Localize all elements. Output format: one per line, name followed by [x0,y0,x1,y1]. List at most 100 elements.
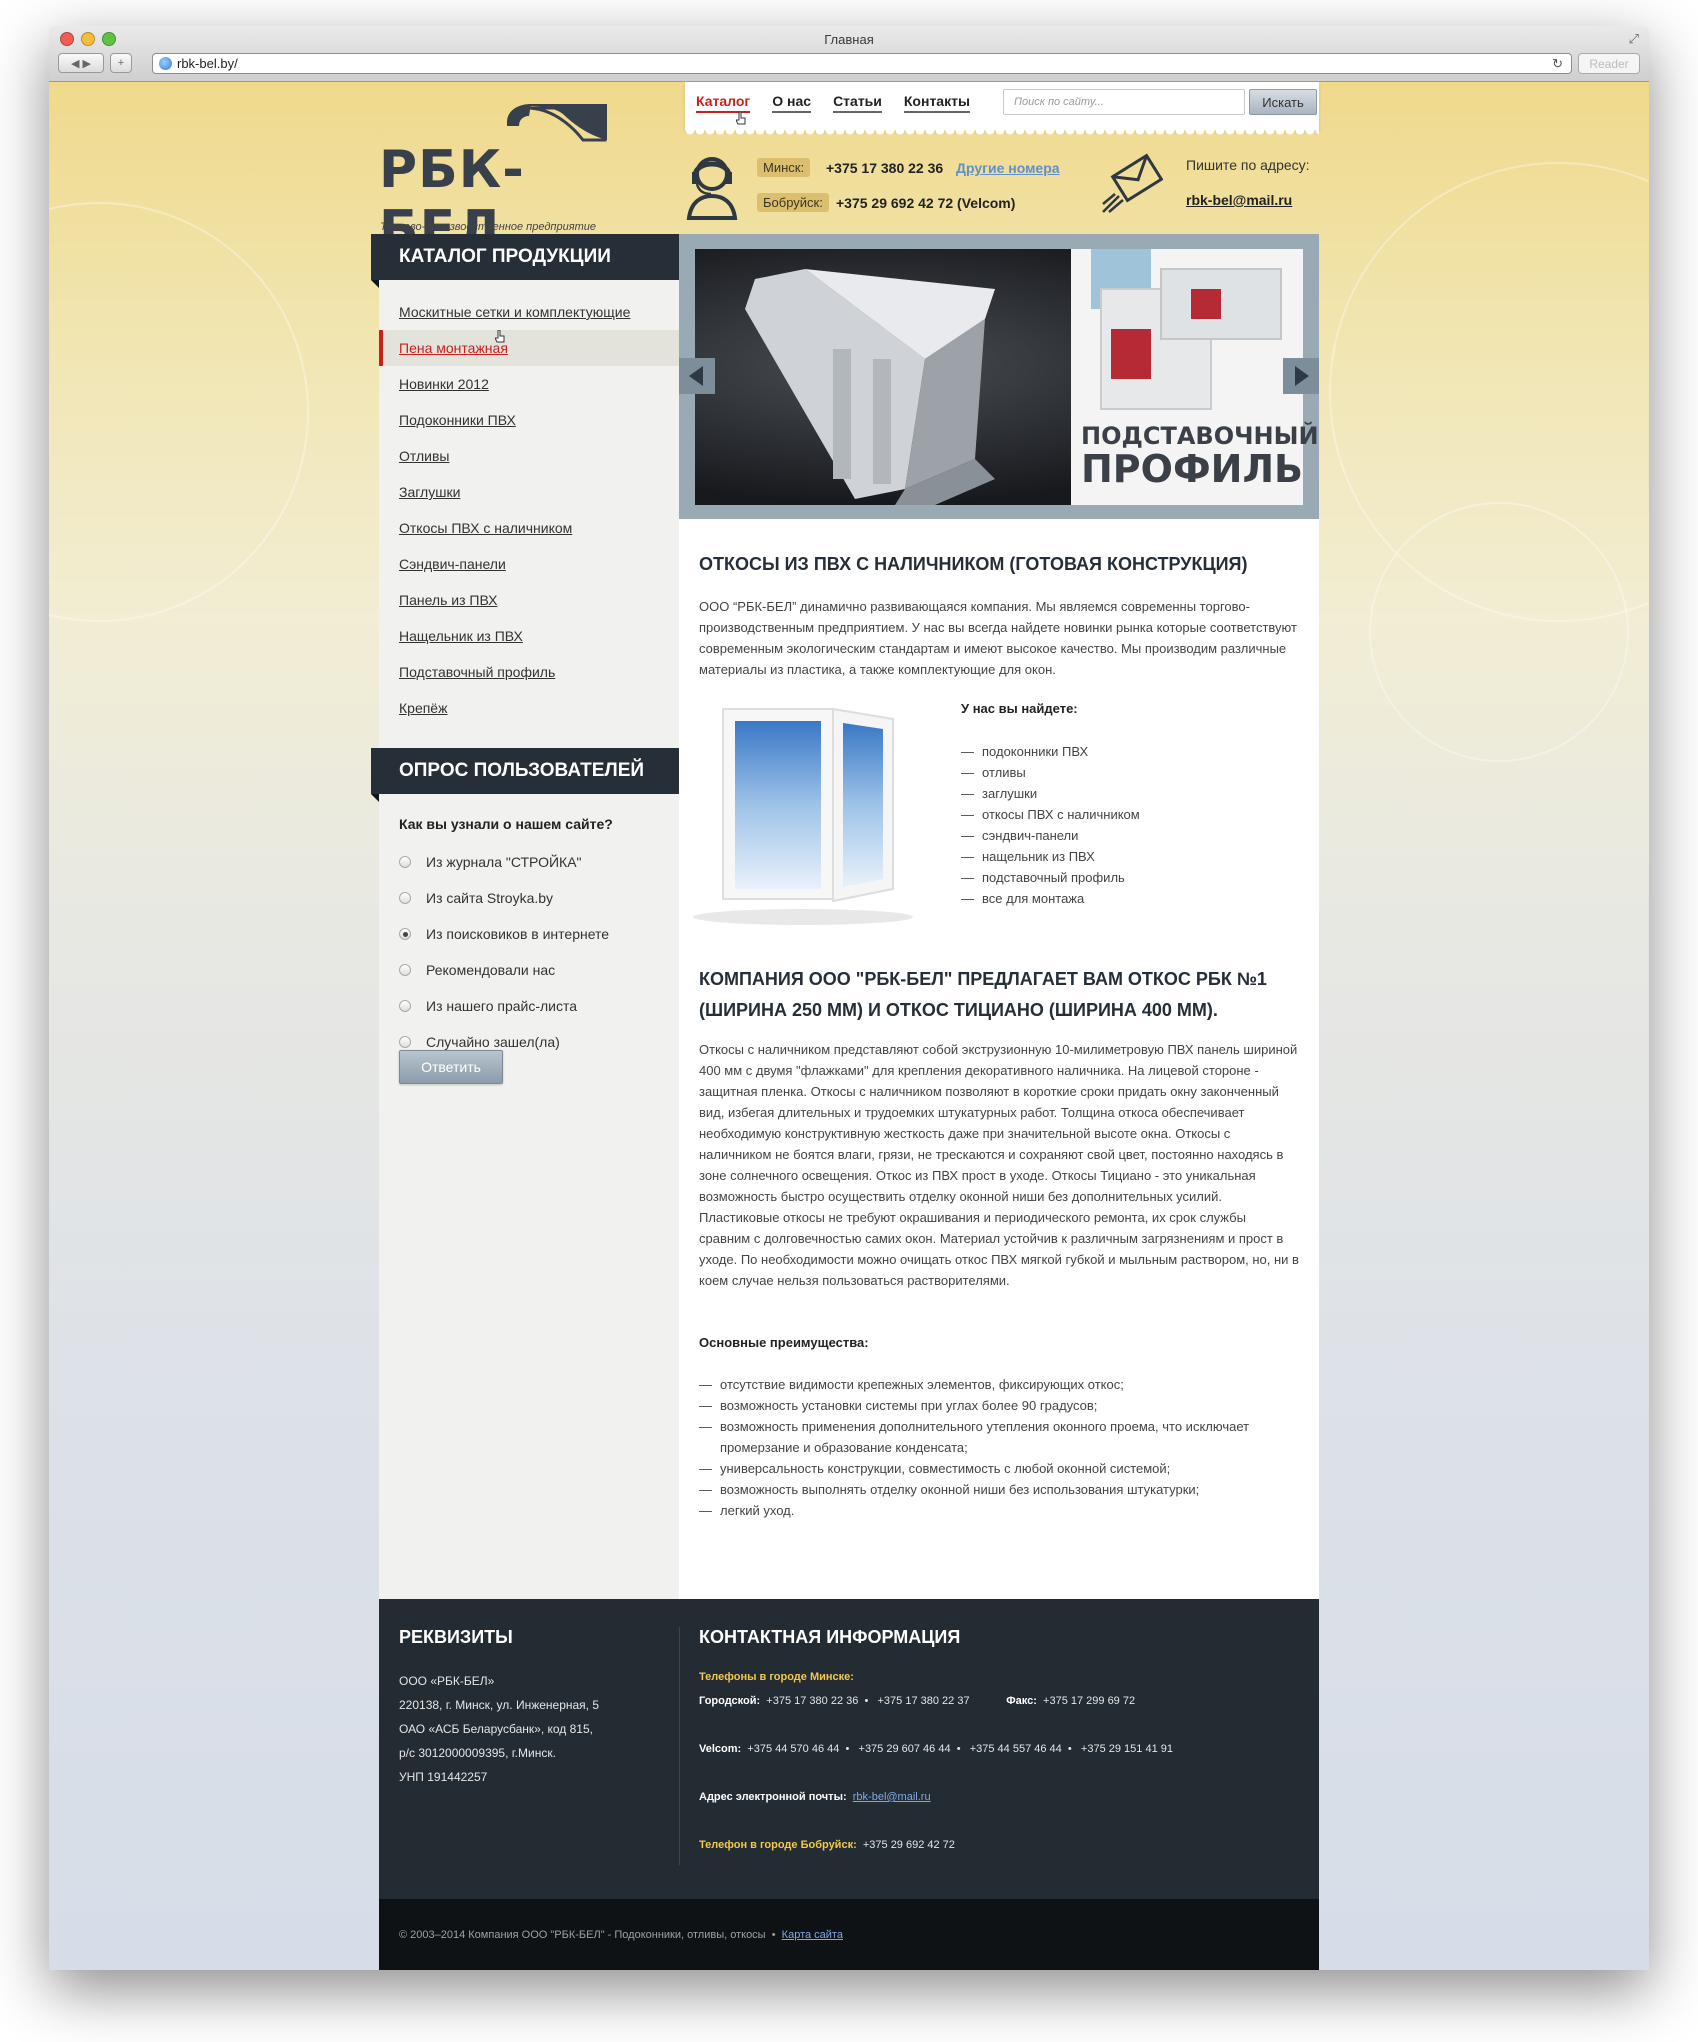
contact-info-heading: КОНТАКТНАЯ ИНФОРМАЦИЯ [699,1627,961,1647]
catalog-item[interactable]: Сэндвич-панели [379,546,679,582]
header-contacts: Минск: +375 17 380 22 36 Другие номера Б… [685,142,1319,232]
catalog-item[interactable]: Москитные сетки и комплектующие [379,294,679,330]
reload-icon[interactable]: ↻ [1552,56,1563,72]
poll-option-label: Случайно зашел(ла) [426,1034,560,1050]
nav-contacts[interactable]: Контакты [903,93,970,113]
history-buttons: ◀ ▶ + [58,53,132,73]
velcom-phones-line: Velcom: +375 44 570 46 44 • +375 29 607 … [699,1743,1173,1755]
catalog-item[interactable]: Крепёж [379,690,679,726]
poll-option[interactable]: Рекомендовали нас [399,952,609,988]
find-item: отливы [961,762,1140,783]
velcom-phone: +375 44 557 46 44 [969,1743,1062,1755]
browser-titlebar: Главная ⤢ ◀ ▶ + rbk-bel.by/ ↻ Reader [49,26,1649,82]
poll-option[interactable]: Из журнала "СТРОЙКА" [399,844,609,880]
requisites-heading: РЕКВИЗИТЫ [399,1627,513,1647]
banner-caption-panel: ПОДСТАВОЧНЫЙ ПРОФИЛЬ [1071,249,1319,505]
window-title: Главная [824,32,874,47]
catalog-item[interactable]: Откосы ПВХ с наличником [379,510,679,546]
catalog-item[interactable]: Заглушки [379,474,679,510]
nav-about[interactable]: О нас [772,93,812,113]
other-numbers-link[interactable]: Другие номера [956,160,1060,176]
poll-option[interactable]: Из сайта Stroyka.by [399,880,609,916]
search-button[interactable]: Искать [1249,89,1317,115]
advantage-item: возможность применения дополнительного у… [699,1416,1299,1458]
radio-button-checked[interactable] [399,928,411,940]
bobruisk-phone: +375 29 692 42 72 (Velcom) [836,195,1016,211]
catalog-item[interactable]: Новинки 2012 [379,366,679,402]
fax-number: +375 17 299 69 72 [1043,1695,1136,1707]
catalog-item[interactable]: Подставочный профиль [379,654,679,690]
banner-slide: ПОДСТАВОЧНЫЙ ПРОФИЛЬ [695,249,1319,505]
poll-submit-button[interactable]: Ответить [399,1050,503,1084]
advantage-item: отсутствие видимости крепежных элементов… [699,1374,1299,1395]
city-phone: +375 17 380 22 36 [766,1695,859,1707]
city-minsk-label: Минск: [757,158,811,177]
radio-button[interactable] [399,892,411,904]
content-title: ОТКОСЫ ИЗ ПВХ С НАЛИЧНИКОМ (ГОТОВАЯ КОНС… [699,554,1248,574]
profile-product-image [745,269,995,505]
site-logo[interactable]: РБК-БЕЛ Торгово-производственное предпри… [379,100,609,260]
url-text: rbk-bel.by/ [177,56,238,71]
requisites-line: ООО «РБК-БЕЛ» [399,1674,495,1688]
globe-icon [159,57,172,70]
envelope-icon [1102,153,1163,213]
header-email-link[interactable]: rbk-bel@mail.ru [1186,192,1292,208]
site-page: РБК-БЕЛ Торгово-производственное предпри… [371,82,1319,1970]
radio-button[interactable] [399,964,411,976]
advantage-item: универсальность конструкции, совместимос… [699,1458,1299,1479]
nav-articles[interactable]: Статьи [833,93,882,113]
find-list: подоконники ПВХ отливы заглушки откосы П… [961,741,1140,909]
poll-option-label: Рекомендовали нас [426,962,556,978]
requisites-line: р/с 3012000009395, г.Минск. [399,1746,556,1760]
poll-options: Из журнала "СТРОЙКА" Из сайта Stroyka.by… [399,844,609,1060]
find-item: подоконники ПВХ [961,741,1140,762]
requisites-line: УНП 191442257 [399,1770,488,1784]
radio-button[interactable] [399,1000,411,1012]
advantage-item: легкий уход. [699,1500,1299,1521]
body-paragraph: Откосы с наличником представляют собой э… [699,1042,1299,1288]
find-item: откосы ПВХ с наличником [961,804,1140,825]
requisites-line: ОАО «АСБ Беларусбанк», код 815, [399,1722,593,1736]
velcom-phone: +375 44 570 46 44 [747,1743,840,1755]
slider-next-button[interactable] [1283,358,1319,394]
find-item: нащельник из ПВХ [961,846,1140,867]
back-forward-icon[interactable]: ◀ ▶ [58,53,104,73]
find-item: подставочный профиль [961,867,1140,888]
chevron-left-icon [689,366,703,386]
poll-option-label: Из сайта Stroyka.by [426,890,554,906]
fullscreen-icon[interactable]: ⤢ [1629,31,1639,47]
catalog-item[interactable]: Нащельник из ПВХ [379,618,679,654]
poll-option-selected[interactable]: Из поисковиков в интернете [399,916,609,952]
email-line: Адрес электронной почты: rbk-bel@mail.ru [699,1791,931,1803]
city-bobruisk-label: Бобруйск: [757,193,829,212]
velcom-label: Velcom: [699,1743,742,1755]
catalog-item[interactable]: Панель из ПВХ [379,582,679,618]
nav-catalog[interactable]: Каталог [696,93,751,113]
catalog-item[interactable]: Отливы [379,438,679,474]
background-decoration [49,202,309,622]
catalog-item[interactable]: Подоконники ПВХ [379,402,679,438]
radio-button[interactable] [399,1036,411,1048]
top-navigation: Каталог О нас Статьи Контакты Поиск по с… [685,82,1319,136]
velcom-phone: +375 29 151 41 91 [1080,1743,1173,1755]
browser-window: Главная ⤢ ◀ ▶ + rbk-bel.by/ ↻ Reader РБК [49,26,1649,1970]
radio-button[interactable] [399,856,411,868]
minsk-phone: +375 17 380 22 36 [826,160,944,176]
chevron-right-icon [1295,366,1309,386]
window-product-image [693,707,913,925]
requisites-text: ООО «РБК-БЕЛ» 220138, г. Минск, ул. Инже… [399,1669,599,1789]
bobruisk-line: Телефон в городе Бобруйск: +375 29 692 4… [699,1839,955,1851]
poll-option[interactable]: Из нашего прайс-листа [399,988,609,1024]
hand-cursor-icon [736,112,746,125]
search-input[interactable]: Поиск по сайту... [1003,89,1245,115]
catalog-item-active[interactable]: Пена монтажная [379,330,679,366]
poll-option-label: Из журнала "СТРОЙКА" [426,854,582,870]
city-phone: +375 17 380 22 37 [877,1695,970,1707]
address-bar[interactable]: rbk-bel.by/ ↻ [152,53,1572,74]
footer-email-link[interactable]: rbk-bel@mail.ru [853,1791,931,1803]
reader-button[interactable]: Reader [1578,53,1640,74]
sitemap-link[interactable]: Карта сайта [782,1929,843,1941]
page-viewport: РБК-БЕЛ Торгово-производственное предпри… [49,82,1649,1970]
new-tab-icon[interactable]: + [110,53,132,73]
slider-prev-button[interactable] [679,358,715,394]
